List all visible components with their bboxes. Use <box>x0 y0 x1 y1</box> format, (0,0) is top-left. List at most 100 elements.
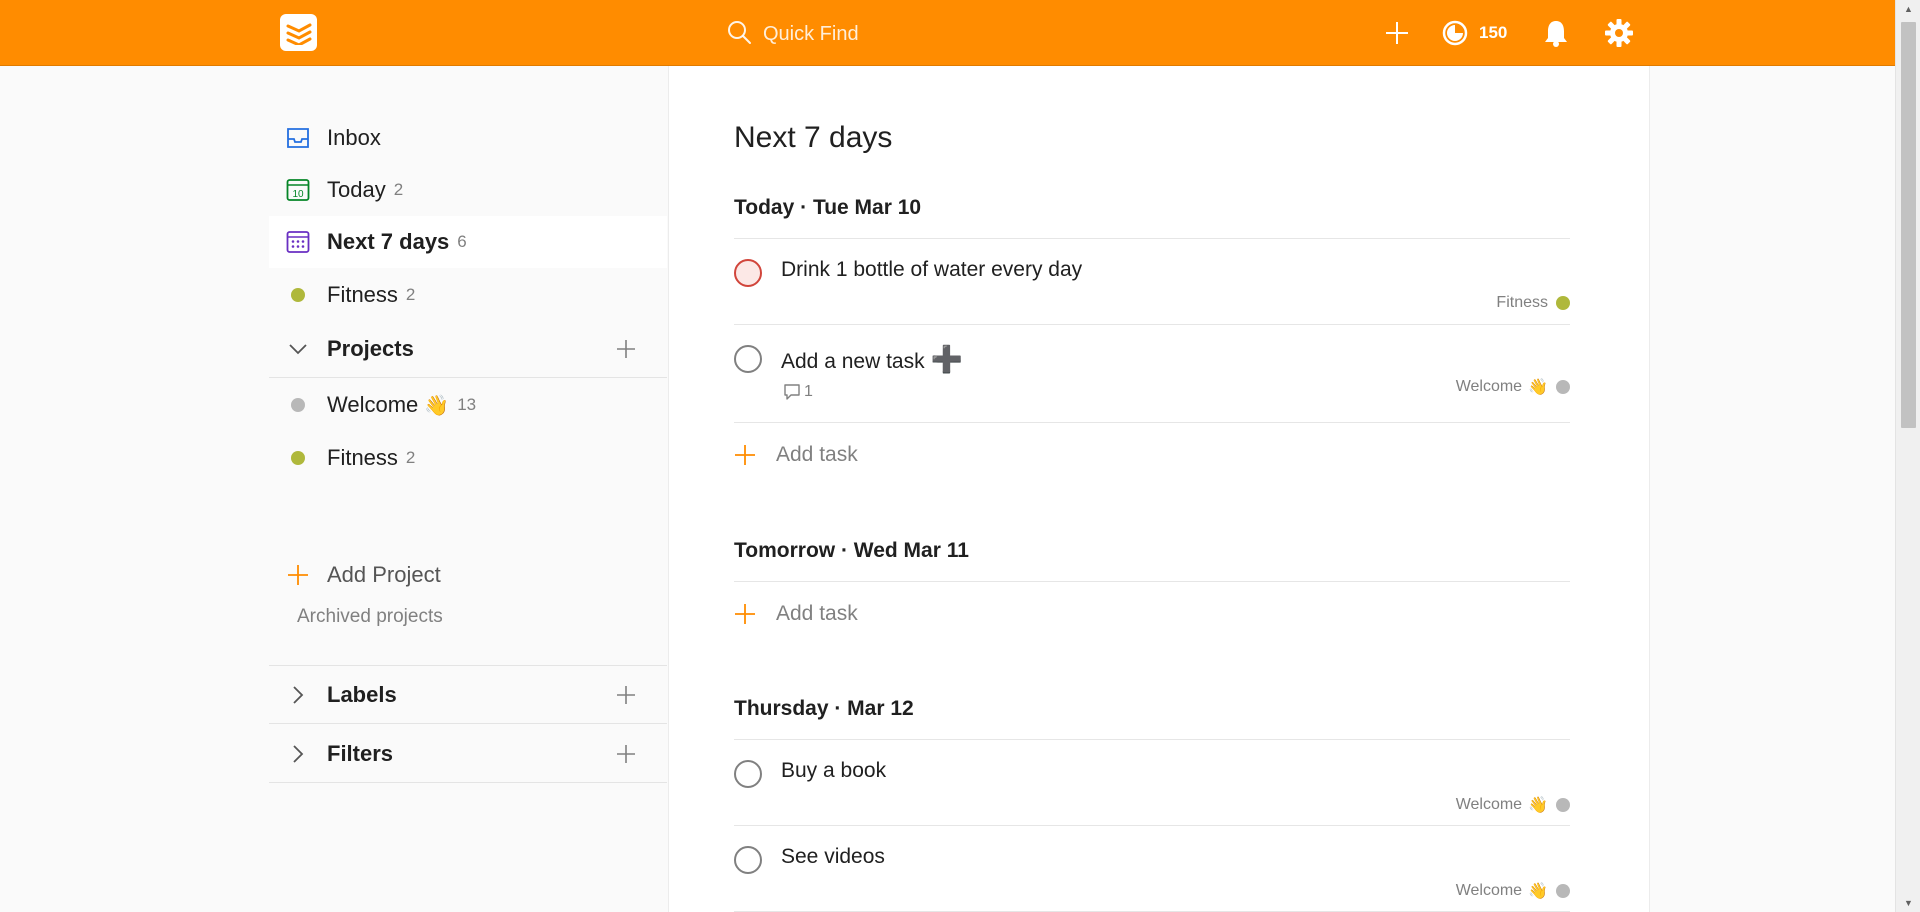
bell-icon <box>1545 21 1567 47</box>
color-dot-icon <box>285 445 311 471</box>
filters-section-header[interactable]: Filters <box>269 725 667 783</box>
sidebar-item-label: Next 7 days <box>327 229 450 254</box>
task-project-link[interactable]: Welcome 👋 <box>1456 795 1570 815</box>
sidebar-item-count: 13 <box>457 395 477 414</box>
project-color-dot <box>1556 380 1570 394</box>
color-dot-icon <box>285 282 311 308</box>
add-task-button[interactable]: Add task <box>734 423 1570 487</box>
labels-header-label: Labels <box>327 681 397 707</box>
app-logo-icon[interactable] <box>280 14 317 51</box>
day-heading: Tomorrow · Wed Mar 11 <box>734 539 1570 582</box>
task-project-name: Fitness <box>1496 294 1548 311</box>
top-bar: Quick Find 150 <box>0 0 1895 66</box>
project-color-dot <box>1556 798 1570 812</box>
chevron-down-icon[interactable] <box>285 336 311 362</box>
task-comments-button[interactable]: 1 <box>783 383 813 401</box>
sidebar-item-project-fitness[interactable]: Fitness 2 <box>269 432 667 484</box>
projects-section-header[interactable]: Projects <box>269 320 667 378</box>
task-text: Add a new task <box>781 350 925 373</box>
main-content: Next 7 days Today · Tue Mar 10 Drink 1 b… <box>668 66 1650 912</box>
add-task-label: Add task <box>776 443 858 466</box>
sidebar-item-label: Fitness <box>327 445 398 470</box>
sidebar-item-today[interactable]: 10 Today 2 <box>269 164 667 216</box>
karma-count: 150 <box>1479 23 1508 42</box>
sidebar-item-project-welcome[interactable]: Welcome 👋 13 <box>269 379 667 431</box>
settings-button[interactable] <box>1604 15 1634 51</box>
karma-icon <box>1442 20 1468 46</box>
project-color-dot <box>1556 884 1570 898</box>
task-content[interactable]: Buy a book <box>781 759 886 783</box>
search-placeholder: Quick Find <box>763 22 859 45</box>
page-title: Next 7 days <box>734 121 893 154</box>
waving-hand-emoji: 👋 <box>1528 797 1548 814</box>
svg-text:10: 10 <box>292 189 304 200</box>
quick-add-button[interactable] <box>1380 15 1414 51</box>
task-item[interactable]: Add a new task ➕ 1 Welcome 👋 <box>734 325 1570 423</box>
task-content[interactable]: Drink 1 bottle of water every day <box>781 258 1082 282</box>
add-task-button[interactable]: Add task <box>734 582 1570 646</box>
sidebar-item-count: 2 <box>405 285 416 304</box>
karma-button[interactable]: 150 <box>1441 15 1507 51</box>
chevron-right-icon[interactable] <box>285 682 311 708</box>
page-scrollbar[interactable]: ▲ ▼ <box>1895 0 1920 912</box>
scrollbar-thumb[interactable] <box>1901 22 1916 428</box>
plus-icon <box>1386 22 1408 44</box>
sidebar-item-next-7-days[interactable]: Next 7 days 6 <box>269 216 667 268</box>
sidebar-item-count: 2 <box>393 180 404 199</box>
plus-icon <box>285 562 311 588</box>
task-item[interactable]: Drink 1 bottle of water every day Fitnes… <box>734 239 1570 325</box>
day-section-tomorrow: Tomorrow · Wed Mar 11 Add task <box>734 539 1570 646</box>
task-content[interactable]: Add a new task ➕ <box>781 344 963 375</box>
day-heading: Today · Tue Mar 10 <box>734 196 1570 239</box>
sidebar: Inbox 10 Today 2 Next 7 days 6 Fitness 2… <box>269 66 668 912</box>
add-project-plus-icon[interactable] <box>613 336 639 362</box>
waving-hand-emoji: 👋 <box>1528 883 1548 900</box>
search-icon <box>726 19 752 50</box>
add-task-label: Add task <box>776 602 858 625</box>
add-project-button[interactable]: Add Project <box>269 553 667 597</box>
sidebar-item-count: 6 <box>457 232 467 251</box>
task-checkbox[interactable] <box>734 345 762 373</box>
comment-icon <box>784 384 800 400</box>
plus-icon <box>735 445 755 465</box>
project-color-dot <box>1556 296 1570 310</box>
add-label-plus-icon[interactable] <box>613 682 639 708</box>
sidebar-item-label: Welcome <box>327 392 419 417</box>
task-checkbox[interactable] <box>734 760 762 788</box>
gear-icon <box>1605 19 1633 47</box>
sidebar-item-label: Today <box>327 177 386 202</box>
plus-icon <box>735 604 755 624</box>
task-project-link[interactable]: Welcome 👋 <box>1456 377 1570 397</box>
sidebar-item-label: Inbox <box>327 125 381 150</box>
add-filter-plus-icon[interactable] <box>613 741 639 767</box>
quick-find-search[interactable]: Quick Find <box>726 18 859 50</box>
task-item[interactable]: See videos Welcome 👋 <box>734 826 1570 912</box>
task-checkbox[interactable] <box>734 259 762 287</box>
day-section-today: Today · Tue Mar 10 Drink 1 bottle of wat… <box>734 196 1570 487</box>
sidebar-item-count: 2 <box>405 448 416 467</box>
heavy-plus-icon: ➕ <box>930 344 963 374</box>
projects-header-label: Projects <box>327 335 414 361</box>
scroll-down-arrow-icon[interactable]: ▼ <box>1896 894 1920 912</box>
color-dot-icon <box>285 392 311 418</box>
scroll-up-arrow-icon[interactable]: ▲ <box>1896 0 1920 18</box>
task-project-link[interactable]: Fitness <box>1496 294 1570 312</box>
task-project-name: Welcome <box>1455 378 1523 395</box>
task-project-link[interactable]: Welcome 👋 <box>1456 881 1570 901</box>
archived-projects-link[interactable]: Archived projects <box>297 606 443 628</box>
sidebar-item-inbox[interactable]: Inbox <box>269 112 667 164</box>
task-item[interactable]: Buy a book Welcome 👋 <box>734 740 1570 826</box>
task-project-name: Welcome <box>1455 882 1523 899</box>
task-checkbox[interactable] <box>734 846 762 874</box>
sidebar-item-label: Fitness <box>327 282 398 307</box>
labels-section-header[interactable]: Labels <box>269 666 667 724</box>
sidebar-item-fitness-filter[interactable]: Fitness 2 <box>269 269 667 321</box>
chevron-right-icon[interactable] <box>285 741 311 767</box>
waving-hand-emoji: 👋 <box>424 394 450 417</box>
task-content[interactable]: See videos <box>781 845 885 869</box>
day-heading: Thursday · Mar 12 <box>734 697 1570 740</box>
add-project-label: Add Project <box>327 562 441 587</box>
filters-header-label: Filters <box>327 740 394 766</box>
waving-hand-emoji: 👋 <box>1528 379 1548 396</box>
notifications-button[interactable] <box>1541 15 1571 51</box>
